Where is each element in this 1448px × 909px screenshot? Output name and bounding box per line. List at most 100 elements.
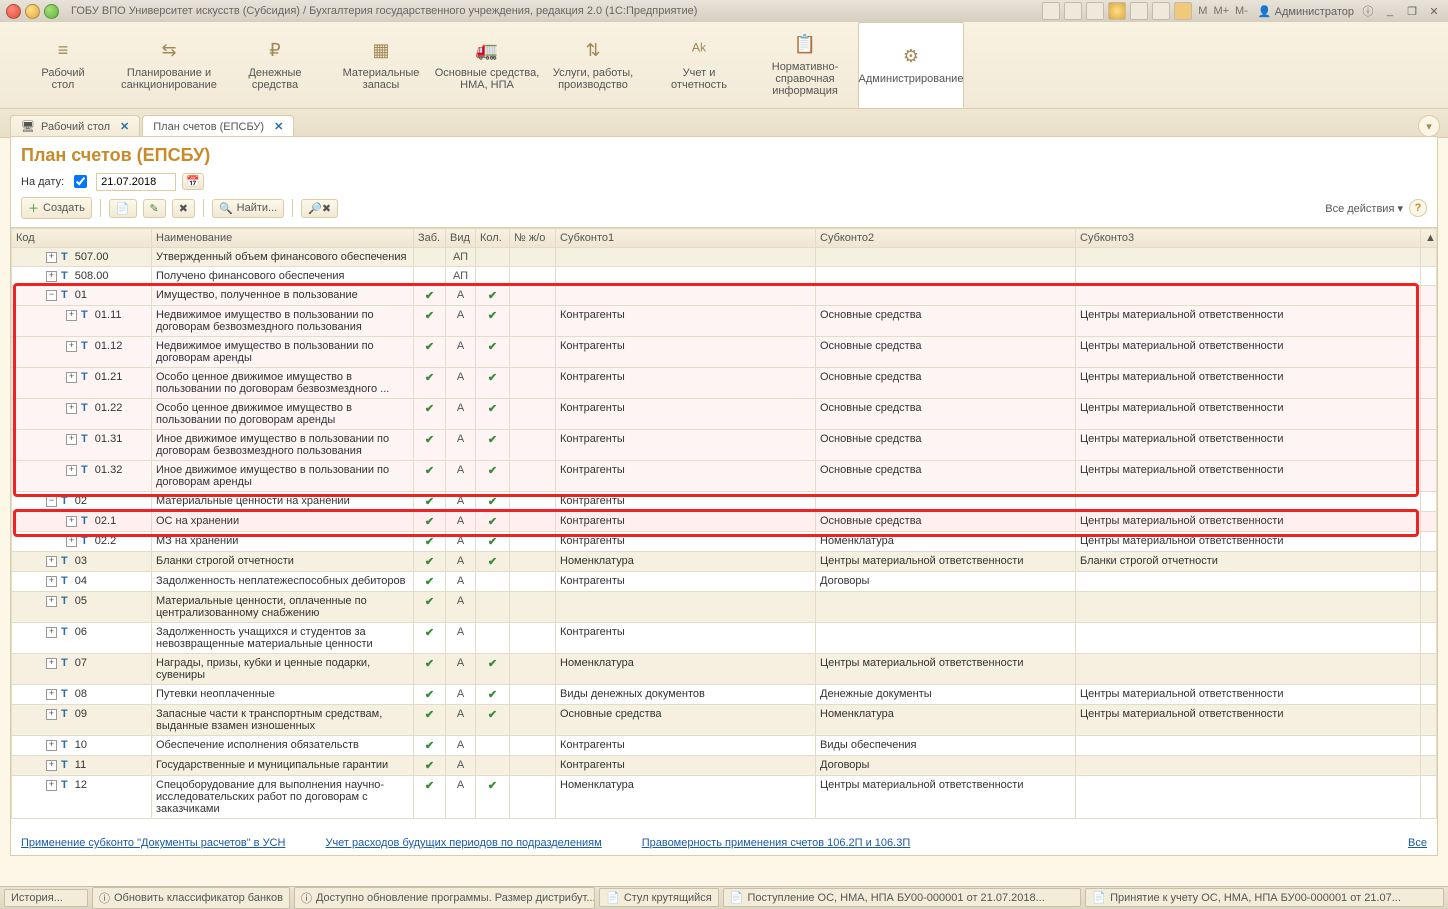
- table-row[interactable]: +Т 01.32Иное движимое имущество в пользо…: [12, 461, 1437, 492]
- date-picker-button[interactable]: 📅: [182, 173, 204, 190]
- nav-item-8[interactable]: ⚙Администрирование: [858, 22, 964, 108]
- table-row[interactable]: +Т 07Награды, призы, кубки и ценные пода…: [12, 654, 1437, 685]
- status-doc-accept[interactable]: 📄 Принятие к учету ОС, НМА, НПА БУ00-000…: [1085, 888, 1444, 907]
- table-row[interactable]: +Т 01.31Иное движимое имущество в пользо…: [12, 430, 1437, 461]
- table-row[interactable]: +Т 03Бланки строгой отчетности✔А✔Номенкл…: [12, 552, 1437, 572]
- table-row[interactable]: +Т 05Материальные ценности, оплаченные п…: [12, 592, 1437, 623]
- status-update-banks[interactable]: ⓘ Обновить классификатор банков: [92, 887, 290, 909]
- tb-icon-5[interactable]: [1152, 2, 1170, 20]
- window-max-traffic[interactable]: [44, 4, 59, 19]
- calculator-icon[interactable]: [1174, 2, 1192, 20]
- copy-button[interactable]: 📄: [109, 199, 137, 218]
- table-row[interactable]: +Т 10Обеспечение исполнения обязательств…: [12, 736, 1437, 756]
- expand-icon[interactable]: +: [46, 780, 57, 791]
- info-icon[interactable]: ⓘ: [1360, 3, 1376, 19]
- clear-filter-button[interactable]: 🔎✖: [301, 199, 338, 218]
- nav-item-6[interactable]: ᴬᵏУчет и отчетность: [646, 40, 752, 91]
- m-minus-label[interactable]: M-: [1235, 5, 1248, 17]
- status-doc-receipt[interactable]: 📄 Поступление ОС, НМА, НПА БУ00-000001 о…: [723, 888, 1082, 907]
- tab-0[interactable]: 🖥Рабочий стол✕: [10, 115, 140, 137]
- expand-icon[interactable]: +: [46, 576, 57, 587]
- table-row[interactable]: +Т 01.12Недвижимое имущество в пользован…: [12, 337, 1437, 368]
- tab-close-icon[interactable]: ✕: [274, 120, 283, 133]
- expand-icon[interactable]: +: [66, 434, 77, 445]
- nav-item-5[interactable]: ⇅Услуги, работы, производство: [540, 40, 646, 91]
- table-row[interactable]: +Т 08Путевки неоплаченные✔А✔Виды денежны…: [12, 685, 1437, 705]
- link-future-expenses[interactable]: Учет расходов будущих периодов по подраз…: [325, 837, 601, 849]
- col-header[interactable]: Субконто2: [816, 229, 1076, 248]
- expand-icon[interactable]: +: [66, 310, 77, 321]
- all-actions-button[interactable]: Все действия ▾: [1325, 202, 1403, 215]
- window-close-traffic[interactable]: [6, 4, 21, 19]
- table-row[interactable]: +Т 11Государственные и муниципальные гар…: [12, 756, 1437, 776]
- expand-icon[interactable]: +: [46, 740, 57, 751]
- expand-icon[interactable]: +: [46, 252, 57, 263]
- expand-icon[interactable]: +: [46, 556, 57, 567]
- col-header[interactable]: № ж/о: [510, 229, 556, 248]
- date-input[interactable]: [96, 173, 176, 191]
- col-header[interactable]: Заб.: [414, 229, 446, 248]
- history-button[interactable]: История...: [4, 889, 88, 907]
- table-row[interactable]: +Т 507.00Утвержденный объем финансового …: [12, 248, 1437, 267]
- help-icon[interactable]: ?: [1409, 199, 1427, 217]
- expand-icon[interactable]: +: [46, 627, 57, 638]
- table-row[interactable]: +Т 04Задолженность неплатежеспособных де…: [12, 572, 1437, 592]
- tb-icon-3[interactable]: [1086, 2, 1104, 20]
- table-row[interactable]: +Т 02.1ОС на хранении✔А✔КонтрагентыОснов…: [12, 512, 1437, 532]
- expand-icon[interactable]: +: [66, 372, 77, 383]
- tb-icon-4[interactable]: [1130, 2, 1148, 20]
- expand-icon[interactable]: +: [46, 658, 57, 669]
- table-row[interactable]: +Т 508.00Получено финансового обеспечени…: [12, 267, 1437, 286]
- tab-close-icon[interactable]: ✕: [120, 120, 129, 133]
- tabs-dropdown-icon[interactable]: ▾: [1418, 115, 1440, 137]
- table-row[interactable]: +Т 01.11Недвижимое имущество в пользован…: [12, 306, 1437, 337]
- status-item-chair[interactable]: 📄 Стул крутящийся: [599, 888, 719, 907]
- table-row[interactable]: +Т 12Спецоборудование для выполнения нау…: [12, 776, 1437, 819]
- date-enable-checkbox[interactable]: [74, 175, 87, 188]
- nav-item-4[interactable]: 🚛Основные средства, НМА, НПА: [434, 40, 540, 91]
- expand-icon[interactable]: −: [46, 496, 57, 507]
- expand-icon[interactable]: +: [46, 596, 57, 607]
- expand-icon[interactable]: −: [46, 290, 57, 301]
- user-label[interactable]: 👤 Администратор: [1258, 5, 1354, 18]
- nav-item-2[interactable]: ₽Денежные средства: [222, 40, 328, 91]
- col-header[interactable]: Кол.: [476, 229, 510, 248]
- create-button[interactable]: ＋Создать: [21, 197, 92, 219]
- table-row[interactable]: +Т 02.2МЗ на хранении✔А✔КонтрагентыНомен…: [12, 532, 1437, 552]
- tab-1[interactable]: План счетов (ЕПСБУ)✕: [142, 115, 294, 137]
- find-button[interactable]: 🔍 Найти...: [212, 199, 284, 218]
- col-header[interactable]: Вид: [446, 229, 476, 248]
- table-row[interactable]: −Т 02Материальные ценности на хранении✔А…: [12, 492, 1437, 512]
- expand-icon[interactable]: +: [46, 689, 57, 700]
- window-minimize-icon[interactable]: _: [1382, 3, 1398, 19]
- link-accounts-legality[interactable]: Правомерность применения счетов 106.2П и…: [642, 837, 911, 849]
- nav-item-7[interactable]: 📋Нормативно-справочная информация: [752, 34, 858, 97]
- table-row[interactable]: +Т 01.22Особо ценное движимое имущество …: [12, 399, 1437, 430]
- table-row[interactable]: +Т 09Запасные части к транспортным средс…: [12, 705, 1437, 736]
- nav-item-0[interactable]: ≡Рабочий стол: [10, 40, 116, 91]
- window-min-traffic[interactable]: [25, 4, 40, 19]
- expand-icon[interactable]: +: [66, 341, 77, 352]
- window-close-icon[interactable]: ✕: [1426, 3, 1442, 19]
- delete-button[interactable]: ✖: [172, 199, 195, 218]
- accounts-table-wrap[interactable]: КодНаименованиеЗаб.ВидКол.№ ж/оСубконто1…: [11, 227, 1437, 831]
- m-label[interactable]: M: [1198, 5, 1207, 17]
- table-row[interactable]: −Т 01Имущество, полученное в пользование…: [12, 286, 1437, 306]
- col-header[interactable]: Наименование: [152, 229, 414, 248]
- expand-icon[interactable]: +: [66, 403, 77, 414]
- edit-button[interactable]: ✎: [143, 199, 166, 218]
- link-usn[interactable]: Применение субконто "Документы расчетов"…: [21, 837, 285, 849]
- table-row[interactable]: +Т 06Задолженность учащихся и студентов …: [12, 623, 1437, 654]
- expand-icon[interactable]: +: [66, 536, 77, 547]
- m-plus-label[interactable]: M+: [1213, 5, 1229, 17]
- expand-icon[interactable]: +: [46, 760, 57, 771]
- scroll-up-icon[interactable]: ▲: [1421, 229, 1437, 248]
- expand-icon[interactable]: +: [66, 516, 77, 527]
- expand-icon[interactable]: +: [46, 709, 57, 720]
- col-header[interactable]: Субконто1: [556, 229, 816, 248]
- status-update-available[interactable]: ⓘ Доступно обновление программы. Размер …: [294, 887, 595, 909]
- nav-item-1[interactable]: ⇆Планирование и санкционирование: [116, 40, 222, 91]
- window-restore-icon[interactable]: ❐: [1404, 3, 1420, 19]
- nav-item-3[interactable]: ▦Материальные запасы: [328, 40, 434, 91]
- table-row[interactable]: +Т 01.21Особо ценное движимое имущество …: [12, 368, 1437, 399]
